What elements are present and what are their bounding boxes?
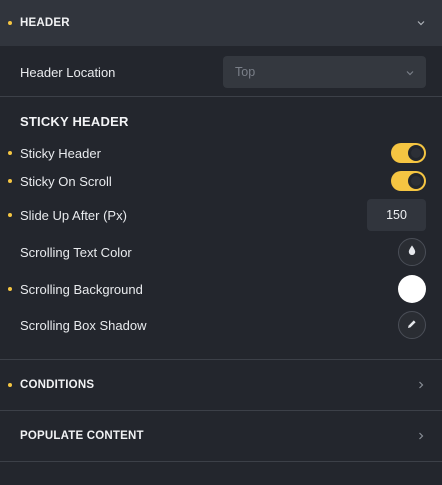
section-divider — [0, 96, 442, 97]
modified-indicator-dot — [8, 213, 12, 217]
modified-indicator-dot — [8, 287, 12, 291]
sticky-header-row: Sticky Header — [0, 143, 442, 163]
modified-indicator-dot — [8, 179, 12, 183]
chevron-down-icon — [416, 18, 426, 28]
scrolling-background-row: Scrolling Background — [0, 275, 442, 303]
modified-indicator-dot — [8, 383, 12, 387]
sticky-header-toggle[interactable] — [391, 143, 426, 163]
sticky-on-scroll-label: Sticky On Scroll — [20, 173, 112, 189]
sticky-on-scroll-row: Sticky On Scroll — [0, 171, 442, 191]
populate-content-section-title: POPULATE CONTENT — [20, 430, 144, 442]
conditions-section-toggle[interactable]: CONDITIONS — [0, 360, 442, 410]
header-location-label: Header Location — [20, 64, 116, 80]
scrolling-box-shadow-row: Scrolling Box Shadow — [0, 311, 442, 339]
header-location-row: Header Location Top — [0, 56, 442, 88]
sticky-on-scroll-toggle[interactable] — [391, 171, 426, 191]
chevron-right-icon — [416, 431, 426, 441]
populate-content-section-toggle[interactable]: POPULATE CONTENT — [0, 411, 442, 461]
chevron-down-icon — [406, 65, 414, 79]
header-section-toggle[interactable]: HEADER — [0, 0, 442, 46]
scrolling-text-color-label: Scrolling Text Color — [20, 244, 132, 260]
conditions-section-title: CONDITIONS — [20, 379, 95, 391]
scrolling-text-color-picker[interactable] — [398, 238, 426, 266]
header-location-value: Top — [235, 65, 256, 79]
scrolling-background-swatch[interactable] — [398, 275, 426, 303]
section-divider — [0, 461, 442, 462]
sticky-header-label: Sticky Header — [20, 145, 101, 161]
scrolling-box-shadow-edit-button[interactable] — [398, 311, 426, 339]
scrolling-background-label: Scrolling Background — [20, 281, 143, 297]
modified-indicator-dot — [8, 151, 12, 155]
chevron-right-icon — [416, 380, 426, 390]
slide-up-after-label: Slide Up After (Px) — [20, 207, 127, 223]
header-location-select[interactable]: Top — [223, 56, 426, 88]
header-section-title: HEADER — [20, 17, 70, 29]
sticky-header-title: STICKY HEADER — [20, 114, 129, 129]
droplet-icon — [408, 243, 416, 261]
slide-up-after-input[interactable]: 150 — [367, 199, 426, 231]
scrolling-text-color-row: Scrolling Text Color — [0, 238, 442, 266]
pencil-icon — [407, 316, 417, 334]
scrolling-box-shadow-label: Scrolling Box Shadow — [20, 317, 147, 333]
slide-up-after-row: Slide Up After (Px) 150 — [0, 199, 442, 231]
modified-indicator-dot — [8, 21, 12, 25]
